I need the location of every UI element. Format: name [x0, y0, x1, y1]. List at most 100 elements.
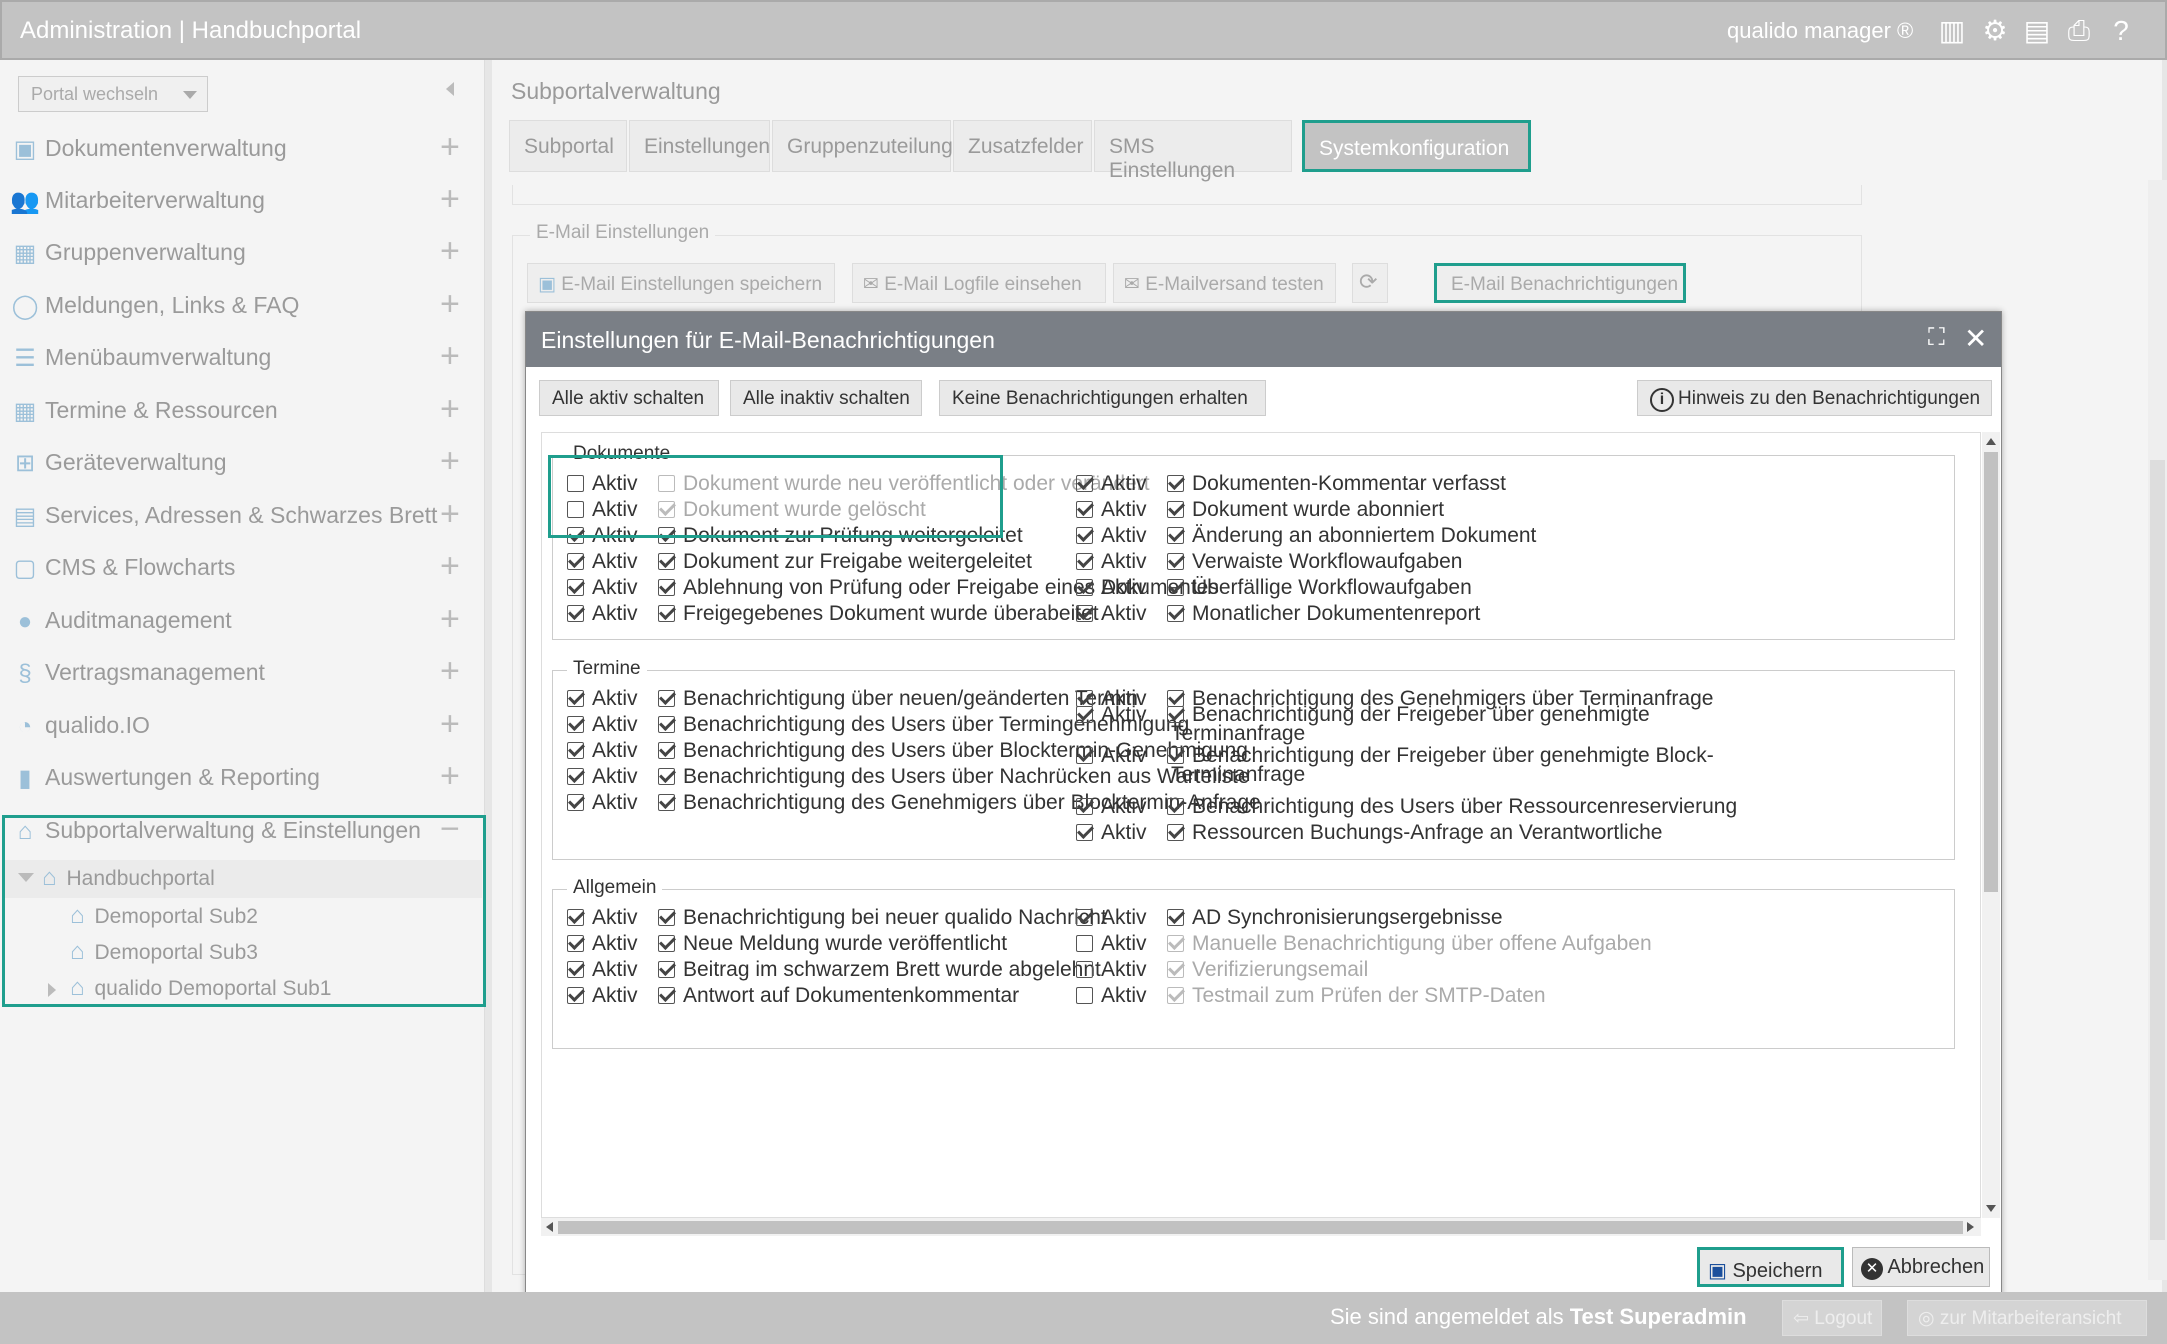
expand-icon[interactable]: +	[440, 129, 460, 165]
notification-checkbox[interactable]	[1167, 527, 1184, 544]
aktiv-checkbox[interactable]	[1076, 501, 1093, 518]
notification-checkbox[interactable]	[658, 909, 675, 926]
tab-subportal[interactable]: Subportal	[509, 120, 627, 172]
page-scrollbar[interactable]	[2148, 180, 2167, 1280]
aktiv-checkbox[interactable]	[1076, 747, 1093, 764]
aktiv-checkbox[interactable]	[1076, 987, 1093, 1004]
save-email-settings-button[interactable]: ▣ E-Mail Einstellungen speichern	[527, 263, 835, 303]
refresh-icon[interactable]: ⟳	[1352, 263, 1388, 303]
aktiv-checkbox[interactable]	[1076, 798, 1093, 815]
horizontal-scrollbar-thumb[interactable]	[558, 1221, 1963, 1234]
tab-zusatzfelder[interactable]: Zusatzfelder	[953, 120, 1092, 172]
aktiv-checkbox[interactable]	[567, 987, 584, 1004]
sidebar-item-gruppenverwaltung[interactable]: ▦ Gruppenverwaltung +	[10, 229, 480, 279]
aktiv-checkbox[interactable]	[567, 605, 584, 622]
aktiv-checkbox[interactable]	[567, 553, 584, 570]
notification-checkbox[interactable]	[1167, 553, 1184, 570]
tab-systemkonfiguration[interactable]: Systemkonfiguration	[1302, 120, 1531, 172]
sidebar-item-qualido-io[interactable]: ◔ qualido.IO +	[10, 702, 480, 752]
expand-icon[interactable]: +	[440, 706, 460, 742]
aktiv-checkbox[interactable]	[567, 690, 584, 707]
vertical-scrollbar-thumb[interactable]	[1984, 452, 1998, 892]
aktiv-checkbox[interactable]	[567, 935, 584, 952]
logout-button[interactable]: ⇦ Logout	[1782, 1300, 1882, 1336]
scroll-up-icon[interactable]	[1986, 438, 1996, 445]
all-inactive-button[interactable]: Alle inaktiv schalten	[730, 380, 922, 416]
page-scrollbar-thumb[interactable]	[2150, 460, 2165, 1240]
expand-icon[interactable]: +	[440, 758, 460, 794]
employee-view-button[interactable]: ◎ zur Mitarbeiteransicht	[1907, 1300, 2147, 1336]
sidebar-item-dokumentenverwaltung[interactable]: ▣ Dokumentenverwaltung +	[10, 125, 480, 175]
aktiv-checkbox[interactable]	[1076, 706, 1093, 723]
aktiv-checkbox[interactable]	[1076, 553, 1093, 570]
sidebar-item-audit[interactable]: ● Auditmanagement +	[10, 597, 480, 647]
notification-checkbox[interactable]	[658, 690, 675, 707]
aktiv-checkbox[interactable]	[567, 768, 584, 785]
notification-checkbox[interactable]	[1167, 935, 1184, 952]
sidebar-item-meldungen[interactable]: ◯ Meldungen, Links & FAQ +	[10, 282, 480, 332]
notifications-hint-button[interactable]: i Hinweis zu den Benachrichtigungen	[1637, 380, 1992, 416]
aktiv-checkbox[interactable]	[1076, 475, 1093, 492]
all-active-button[interactable]: Alle aktiv schalten	[539, 380, 719, 416]
sidebar-item-vertrag[interactable]: § Vertragsmanagement +	[10, 649, 480, 699]
sitemap-icon[interactable]: ⚙	[1980, 16, 2010, 46]
sidebar-item-mitarbeiterverwaltung[interactable]: 👥 Mitarbeiterverwaltung +	[10, 177, 480, 227]
cancel-button[interactable]: ✕ Abbrechen	[1852, 1247, 1990, 1287]
expand-icon[interactable]: +	[440, 233, 460, 269]
expand-icon[interactable]: +	[440, 181, 460, 217]
notification-checkbox[interactable]	[658, 605, 675, 622]
maximize-icon[interactable]: ⛶	[1928, 324, 1945, 352]
expand-icon[interactable]: +	[440, 496, 460, 532]
aktiv-checkbox[interactable]	[567, 794, 584, 811]
expand-icon[interactable]: +	[440, 548, 460, 584]
expand-icon[interactable]: +	[440, 653, 460, 689]
notification-checkbox[interactable]	[1167, 579, 1184, 596]
email-notifications-button[interactable]: E-Mail Benachrichtigungen	[1434, 263, 1686, 303]
notification-checkbox[interactable]	[1167, 798, 1184, 815]
notification-checkbox[interactable]	[658, 961, 675, 978]
sidebar-item-cms[interactable]: ▢ CMS & Flowcharts +	[10, 544, 480, 594]
aktiv-checkbox[interactable]	[567, 579, 584, 596]
expand-icon[interactable]: +	[440, 391, 460, 427]
tab-sms-einstellungen[interactable]: SMS Einstellungen	[1094, 120, 1292, 182]
aktiv-checkbox[interactable]	[1076, 909, 1093, 926]
pdf-icon[interactable]: ▤	[2022, 16, 2052, 46]
aktiv-checkbox[interactable]	[1076, 527, 1093, 544]
aktiv-checkbox[interactable]	[1076, 579, 1093, 596]
aktiv-checkbox[interactable]	[567, 961, 584, 978]
scroll-right-icon[interactable]	[1967, 1222, 1974, 1232]
print-icon[interactable]: ⎙	[2064, 16, 2094, 46]
expand-icon[interactable]: +	[440, 601, 460, 637]
close-icon[interactable]: ✕	[1964, 322, 1987, 355]
collapse-sidebar-icon[interactable]	[446, 82, 454, 96]
notification-checkbox[interactable]	[1167, 475, 1184, 492]
notification-checkbox[interactable]	[658, 987, 675, 1004]
sidebar-item-geraete[interactable]: ⊞ Geräteverwaltung +	[10, 439, 480, 489]
sidebar-item-termine[interactable]: ▦ Termine & Ressourcen +	[10, 387, 480, 437]
scroll-left-icon[interactable]	[546, 1222, 553, 1232]
tab-gruppenzuteilung[interactable]: Gruppenzuteilung	[772, 120, 953, 172]
notification-checkbox[interactable]	[658, 742, 675, 759]
aktiv-checkbox[interactable]	[567, 909, 584, 926]
expand-icon[interactable]: +	[440, 286, 460, 322]
notification-checkbox[interactable]	[1167, 706, 1184, 723]
notification-checkbox[interactable]	[1167, 824, 1184, 841]
notification-checkbox[interactable]	[658, 794, 675, 811]
scroll-down-icon[interactable]	[1986, 1205, 1996, 1212]
notification-checkbox[interactable]	[1167, 987, 1184, 1004]
view-email-log-button[interactable]: ✉ E-Mail Logfile einsehen	[852, 263, 1106, 303]
sidebar-item-menuebaum[interactable]: ☰ Menübaumverwaltung +	[10, 334, 480, 384]
expand-icon[interactable]: +	[440, 443, 460, 479]
expand-icon[interactable]: +	[440, 338, 460, 374]
notification-checkbox[interactable]	[658, 553, 675, 570]
aktiv-checkbox[interactable]	[1076, 935, 1093, 952]
notification-checkbox[interactable]	[658, 768, 675, 785]
test-email-button[interactable]: ✉ E-Mailversand testen	[1113, 263, 1336, 303]
aktiv-checkbox[interactable]	[1076, 961, 1093, 978]
sidebar-item-services[interactable]: ▤ Services, Adressen & Schwarzes Brett +	[10, 492, 480, 542]
notification-checkbox[interactable]	[658, 716, 675, 733]
notification-checkbox[interactable]	[1167, 747, 1184, 764]
aktiv-checkbox[interactable]	[1076, 824, 1093, 841]
tab-einstellungen[interactable]: Einstellungen	[629, 120, 770, 172]
sidebar-item-auswertungen[interactable]: ▮ Auswertungen & Reporting +	[10, 754, 480, 804]
